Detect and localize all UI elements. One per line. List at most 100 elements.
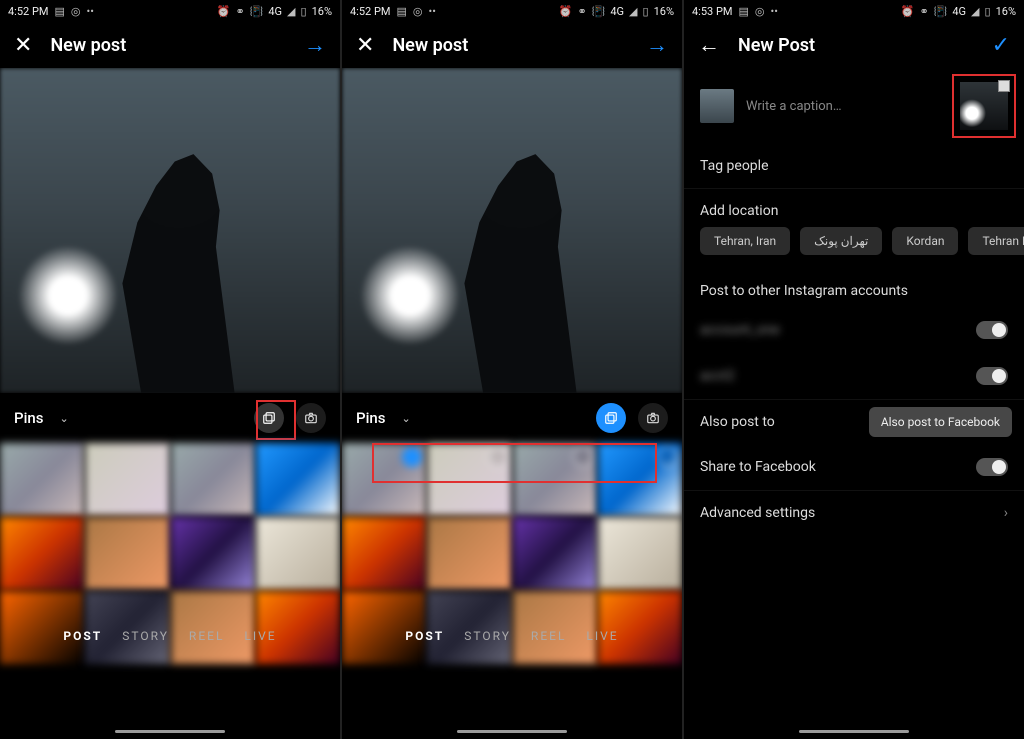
location-suggestions: Tehran, Iran تهران پونک Kordan Tehran Pr… xyxy=(684,227,1024,267)
battery-percent: 16% xyxy=(996,5,1016,18)
instagram-icon: ◎ xyxy=(413,5,423,18)
account-toggle[interactable] xyxy=(976,367,1008,385)
link-icon: ⚭ xyxy=(919,5,928,18)
stack-icon xyxy=(604,411,618,425)
gallery-tile[interactable] xyxy=(256,517,340,590)
status-bar: 4:52 PM ▤ ◎ •• ⏰ ⚭ 📳 4G ◢ ▯ 16% xyxy=(0,0,340,22)
gallery-tile[interactable] xyxy=(256,591,340,664)
gallery-tile[interactable] xyxy=(513,443,597,516)
tab-live[interactable]: LIVE xyxy=(586,629,618,643)
tab-post[interactable]: POST xyxy=(405,629,444,643)
selection-indicator xyxy=(488,447,508,467)
chevron-right-icon: › xyxy=(1004,505,1008,521)
advanced-settings-row[interactable]: Advanced settings › xyxy=(684,490,1024,535)
back-arrow-icon[interactable]: ← xyxy=(698,32,720,58)
selected-photo-preview[interactable] xyxy=(342,68,682,393)
screen-3-finalize-post: 4:53 PM ▤ ◎ •• ⏰ ⚭ 📳 4G ◢ ▯ 16% ← New Po… xyxy=(684,0,1024,739)
gallery-tile[interactable] xyxy=(0,443,84,516)
add-location-row[interactable]: Add location xyxy=(684,189,1024,227)
location-chip[interactable]: Tehran Province xyxy=(968,227,1024,255)
tab-reel[interactable]: REEL xyxy=(531,629,567,643)
gallery-source-row: Pins ⌄ xyxy=(342,393,682,443)
advanced-settings-label: Advanced settings xyxy=(700,505,815,521)
tag-people-row[interactable]: Tag people xyxy=(684,144,1024,189)
account-name: account_one xyxy=(700,322,780,338)
selected-photo-preview[interactable] xyxy=(0,68,340,393)
facebook-toggle[interactable] xyxy=(976,458,1008,476)
account-toggle[interactable] xyxy=(976,321,1008,339)
link-icon: ⚭ xyxy=(577,5,586,18)
camera-button[interactable] xyxy=(638,403,668,433)
network-type: 4G xyxy=(610,5,624,18)
more-icon: •• xyxy=(87,5,94,18)
gallery-tile[interactable] xyxy=(513,591,597,664)
gallery-tile[interactable] xyxy=(0,591,84,664)
also-post-to-label: Also post to xyxy=(700,414,775,430)
gallery-tile[interactable] xyxy=(85,517,169,590)
location-chip[interactable]: تهران پونک xyxy=(800,227,882,255)
page-title: New post xyxy=(392,35,468,56)
profile-thumb xyxy=(700,89,734,123)
status-bar: 4:52 PM ▤ ◎ •• ⏰ ⚭ 📳 4G ◢ ▯ 16% xyxy=(342,0,682,22)
close-icon[interactable]: ✕ xyxy=(356,33,374,58)
multi-select-button[interactable] xyxy=(596,403,626,433)
location-chip[interactable]: Kordan xyxy=(892,227,958,255)
next-arrow-icon[interactable]: → xyxy=(304,32,326,58)
source-label[interactable]: Pins xyxy=(14,409,43,427)
tag-people-label: Tag people xyxy=(700,158,769,174)
gallery-tile[interactable] xyxy=(171,443,255,516)
gallery-tile[interactable] xyxy=(171,591,255,664)
gallery-tile[interactable] xyxy=(513,517,597,590)
gallery-tile[interactable] xyxy=(598,591,682,664)
post-preview-thumb[interactable] xyxy=(960,82,1008,130)
home-indicator[interactable] xyxy=(115,730,225,733)
share-to-facebook-row[interactable]: Share to Facebook xyxy=(684,444,1024,490)
instagram-icon: ◎ xyxy=(71,5,81,18)
signal-icon: ◢ xyxy=(287,5,295,18)
gallery-tile[interactable] xyxy=(427,443,511,516)
gallery-tile[interactable] xyxy=(85,443,169,516)
caption-input[interactable]: Write a caption… xyxy=(746,99,948,114)
notification-icon: ▤ xyxy=(738,5,748,18)
alarm-icon: ⏰ xyxy=(901,5,915,18)
tab-reel[interactable]: REEL xyxy=(189,629,225,643)
other-account-row[interactable]: account_one xyxy=(684,307,1024,353)
close-icon[interactable]: ✕ xyxy=(14,33,32,58)
more-icon: •• xyxy=(771,5,778,18)
next-arrow-icon[interactable]: → xyxy=(646,32,668,58)
tab-post[interactable]: POST xyxy=(63,629,102,643)
location-chip[interactable]: Tehran, Iran xyxy=(700,227,790,255)
multi-photo-icon xyxy=(998,80,1010,92)
gallery-tile[interactable] xyxy=(427,591,511,664)
toast-also-post-fb: Also post to Facebook xyxy=(869,407,1012,437)
header: ← New Post ✓ xyxy=(684,22,1024,68)
home-indicator[interactable] xyxy=(799,730,909,733)
camera-button[interactable] xyxy=(296,403,326,433)
gallery-tile[interactable] xyxy=(85,591,169,664)
gallery-tile[interactable] xyxy=(427,517,511,590)
gallery-tile[interactable] xyxy=(598,443,682,516)
confirm-check-icon[interactable]: ✓ xyxy=(992,33,1010,58)
gallery-tile[interactable] xyxy=(342,443,426,516)
screen-1-new-post-select: 4:52 PM ▤ ◎ •• ⏰ ⚭ 📳 4G ◢ ▯ 16% ✕ New po… xyxy=(0,0,340,739)
tab-live[interactable]: LIVE xyxy=(244,629,276,643)
gallery-tile[interactable] xyxy=(0,517,84,590)
home-indicator[interactable] xyxy=(457,730,567,733)
gallery-tile[interactable] xyxy=(342,591,426,664)
gallery-tile[interactable] xyxy=(256,443,340,516)
also-post-to-row: Also post to Also post to Facebook xyxy=(684,399,1024,444)
multi-select-button[interactable] xyxy=(254,403,284,433)
vibrate-icon: 📳 xyxy=(592,5,606,18)
chevron-down-icon[interactable]: ⌄ xyxy=(59,412,68,425)
add-location-label: Add location xyxy=(700,203,778,219)
source-label[interactable]: Pins xyxy=(356,409,385,427)
vibrate-icon: 📳 xyxy=(250,5,264,18)
other-account-row[interactable]: acct2 xyxy=(684,353,1024,399)
gallery-tile[interactable] xyxy=(598,517,682,590)
tab-story[interactable]: STORY xyxy=(122,629,169,643)
tab-story[interactable]: STORY xyxy=(464,629,511,643)
chevron-down-icon[interactable]: ⌄ xyxy=(401,412,410,425)
gallery-tile[interactable] xyxy=(171,517,255,590)
page-title: New Post xyxy=(738,35,815,56)
gallery-tile[interactable] xyxy=(342,517,426,590)
